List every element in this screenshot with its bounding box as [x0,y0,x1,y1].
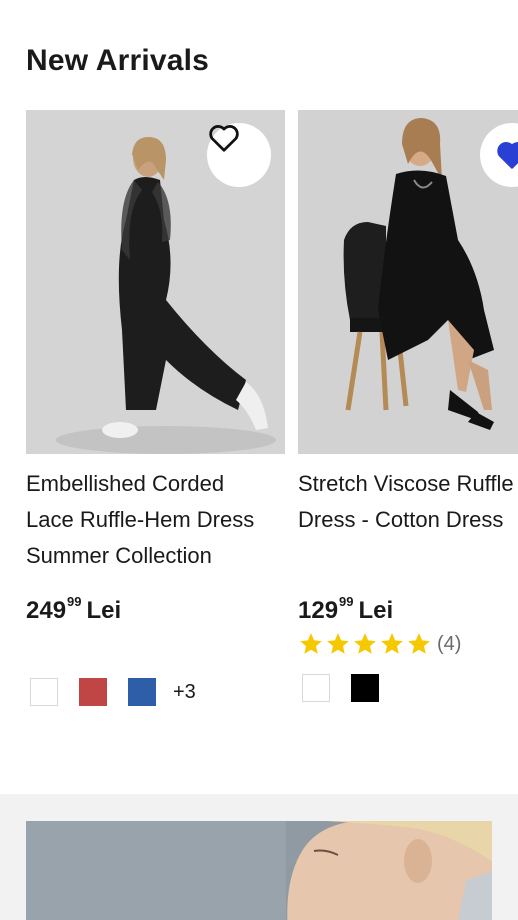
product-name-line [298,543,304,568]
price-currency: Lei [358,597,394,624]
color-swatch-white[interactable] [302,674,330,702]
product-carousel[interactable]: Embellished Corded Lace Ruffle-Hem Dress… [26,110,518,760]
product-name-line: Stretch Viscose Ruffle [298,471,514,496]
color-swatches: +3 [26,678,285,706]
promo-photo [26,821,492,920]
wishlist-button[interactable] [207,123,271,187]
product-name-line: Summer Collection [26,543,212,568]
product-name[interactable]: Stretch Viscose Ruffle Dress - Cotton Dr… [298,466,518,574]
color-swatch-black[interactable] [351,674,379,702]
product-image[interactable] [26,110,285,454]
product-card[interactable]: Stretch Viscose Ruffle Dress - Cotton Dr… [298,110,518,702]
star-icon [408,633,430,654]
heart-filled-icon [497,142,518,169]
promo-section [0,794,518,920]
wishlist-button-active[interactable] [480,123,518,187]
product-card[interactable]: Embellished Corded Lace Ruffle-Hem Dress… [26,110,285,706]
color-swatches [298,674,518,702]
color-swatch-red[interactable] [79,678,107,706]
product-name-line: Dress - Cotton Dress [298,507,504,532]
rating-count: (4) [437,632,462,655]
product-name[interactable]: Embellished Corded Lace Ruffle-Hem Dress… [26,466,285,574]
price-cents: 99 [67,594,82,609]
heart-icon [209,125,239,152]
product-name-line: Lace Ruffle-Hem Dress [26,507,255,532]
promo-image[interactable] [26,821,492,920]
product-price: 24999 Lei [26,590,285,624]
star-icon [354,633,376,654]
page: New Arrivals Embellished Corded Lace Ruf… [0,0,518,920]
star-icon [300,633,322,654]
color-swatch-blue[interactable] [128,678,156,706]
product-price: 12999 Lei [298,590,518,624]
price-main: 249 [26,597,67,624]
wishlist-wrap [480,123,518,187]
price-main: 129 [298,597,339,624]
section-title: New Arrivals [26,44,210,77]
product-rating[interactable]: (4) [298,630,518,658]
rating-placeholder [26,630,285,658]
price-cents: 99 [339,594,354,609]
star-icon [327,633,349,654]
color-swatch-white[interactable] [30,678,58,706]
more-colors-label[interactable]: +3 [173,681,196,704]
product-name-line: Embellished Corded [26,471,225,496]
star-icon [381,633,403,654]
price-currency: Lei [86,597,122,624]
